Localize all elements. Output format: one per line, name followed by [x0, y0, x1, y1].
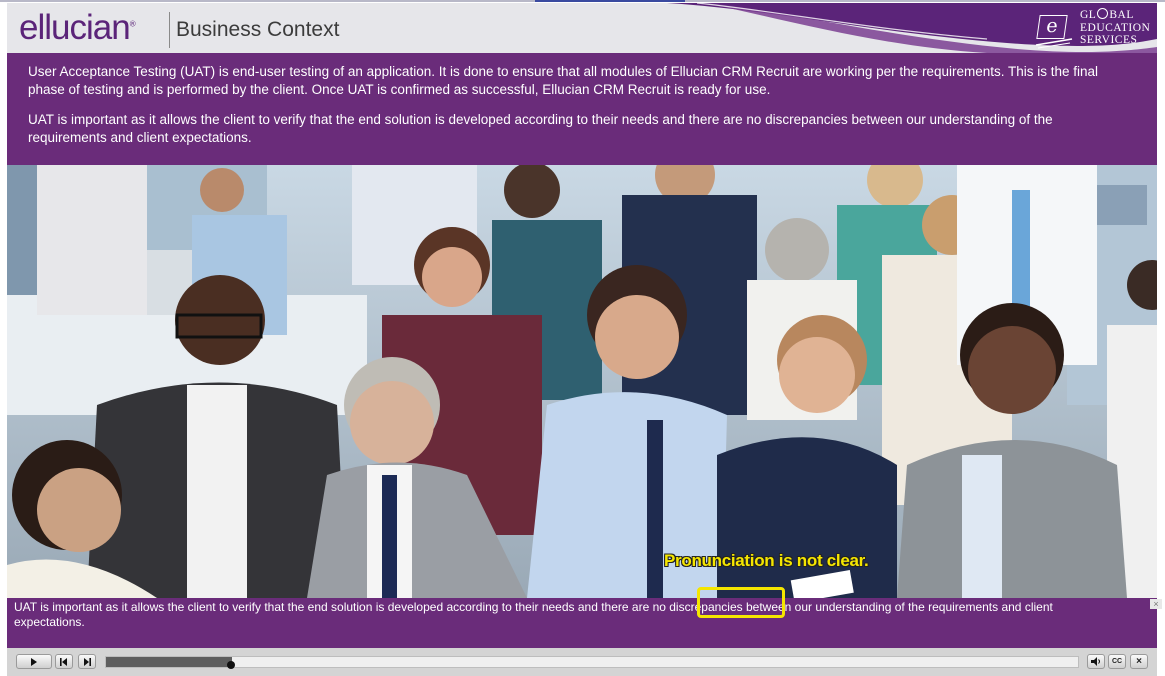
global-education-services-logo: e GL BAL EDUCATION SERVICES [1034, 7, 1154, 51]
progress-fill [106, 657, 232, 667]
player-controls: CC × [7, 648, 1157, 676]
slide-title: Business Context [176, 18, 340, 41]
intro-panel: User Acceptance Testing (UAT) is end-use… [7, 53, 1157, 165]
ges-pencil-icon [1035, 38, 1073, 49]
window-top-line [0, 0, 1165, 2]
closed-captions-button[interactable]: CC [1108, 654, 1126, 669]
closed-caption-panel: UAT is important as it allows the client… [7, 598, 1162, 648]
skip-back-icon [60, 657, 67, 666]
window-tab-indicator [535, 0, 685, 2]
intro-paragraph-1: User Acceptance Testing (UAT) is end-use… [28, 64, 1099, 97]
ges-text: GL BAL EDUCATION SERVICES [1080, 8, 1151, 46]
play-icon [31, 657, 37, 666]
progress-slider[interactable] [105, 656, 1079, 668]
speaker-icon [1091, 657, 1100, 666]
slide-header: ellucian® Business Context e GL BAL EDUCA… [7, 3, 1157, 53]
intro-paragraph-2: UAT is important as it allows the client… [28, 112, 1053, 145]
close-player-button[interactable]: × [1130, 654, 1148, 669]
progress-handle[interactable] [227, 661, 235, 669]
skip-forward-icon [84, 657, 91, 666]
caption-close-button[interactable]: × [1150, 599, 1162, 609]
review-highlight-box [697, 587, 785, 618]
ellucian-logo: ellucian® [19, 8, 136, 47]
review-annotation-note: Pronunciation is not clear. [664, 551, 869, 570]
caption-text: UAT is important as it allows the client… [14, 600, 1053, 629]
previous-button[interactable] [55, 654, 73, 669]
business-people-photo [7, 165, 1157, 598]
volume-button[interactable] [1087, 654, 1105, 669]
next-button[interactable] [78, 654, 96, 669]
globe-icon [1097, 8, 1109, 19]
office-scene-illustration [7, 165, 1157, 598]
play-button[interactable] [16, 654, 52, 669]
header-divider [169, 12, 170, 48]
